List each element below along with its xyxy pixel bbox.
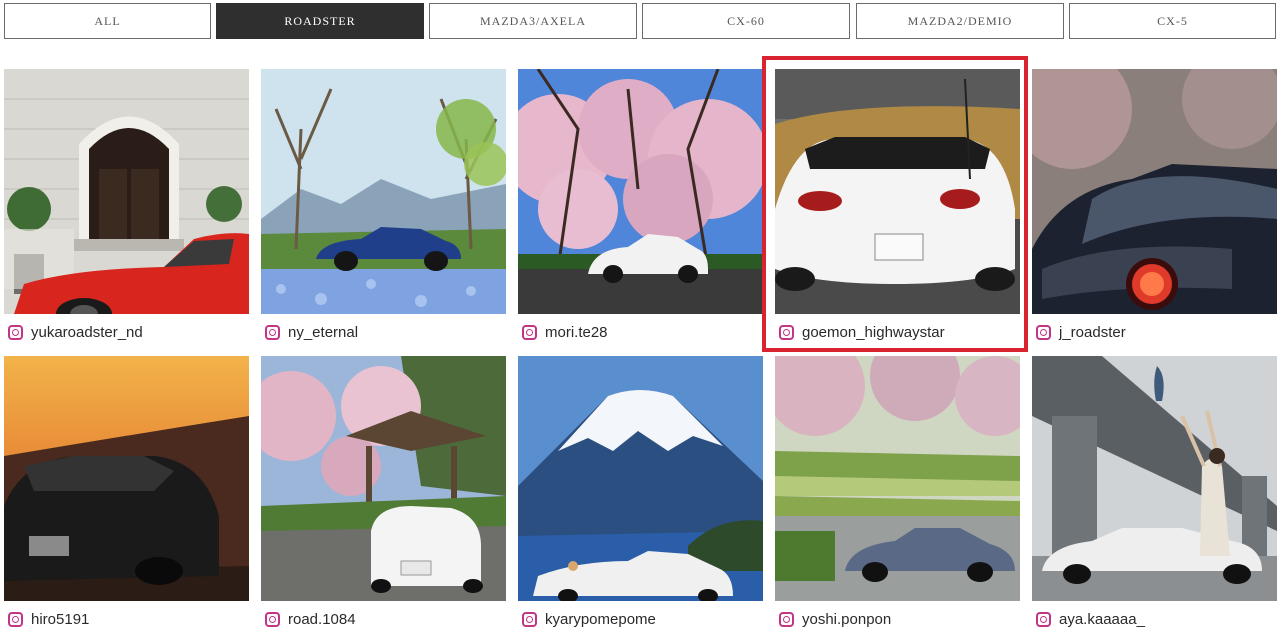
bridge-car-photo (1032, 356, 1277, 601)
rear-hill-car-photo (775, 69, 1020, 314)
post-card[interactable]: j_roadster (1032, 69, 1277, 349)
post-caption[interactable]: ny_eternal (265, 321, 358, 343)
post-card[interactable]: aya.kaaaaa_ (1032, 356, 1277, 636)
post-photo[interactable] (775, 356, 1020, 601)
gazebo-car-photo (261, 356, 506, 601)
instagram-username[interactable]: yoshi.ponpon (802, 611, 891, 628)
instagram-icon (265, 324, 280, 340)
instagram-username[interactable]: yukaroadster_nd (31, 324, 143, 341)
post-photo[interactable] (4, 69, 249, 314)
post-caption[interactable]: goemon_highwaystar (779, 321, 945, 343)
post-caption[interactable]: kyarypomepome (522, 608, 656, 630)
instagram-icon (522, 324, 537, 340)
post-photo[interactable] (4, 356, 249, 601)
post-photo[interactable] (1032, 356, 1277, 601)
post-photo[interactable] (518, 69, 763, 314)
instagram-username[interactable]: kyarypomepome (545, 611, 656, 628)
post-card[interactable]: kyarypomepome (518, 356, 763, 636)
mountain-flowers-car-photo (261, 69, 506, 314)
instagram-username[interactable]: ny_eternal (288, 324, 358, 341)
taillight-car-photo (1032, 69, 1277, 314)
instagram-icon (265, 611, 280, 627)
post-photo[interactable] (261, 356, 506, 601)
post-photo[interactable] (1032, 69, 1277, 314)
instagram-icon (8, 611, 23, 627)
post-caption[interactable]: road.1084 (265, 608, 356, 630)
post-caption[interactable]: yoshi.ponpon (779, 608, 891, 630)
garden-car-photo (775, 356, 1020, 601)
post-card[interactable]: goemon_highwaystar (775, 69, 1020, 349)
post-card[interactable]: road.1084 (261, 356, 506, 636)
post-photo[interactable] (518, 356, 763, 601)
instagram-username[interactable]: j_roadster (1059, 324, 1126, 341)
instagram-icon (779, 324, 794, 340)
instagram-username[interactable]: goemon_highwaystar (802, 324, 945, 341)
instagram-icon (522, 611, 537, 627)
instagram-icon (1036, 611, 1051, 627)
post-caption[interactable]: j_roadster (1036, 321, 1126, 343)
post-caption[interactable]: hiro5191 (8, 608, 89, 630)
instagram-username[interactable]: hiro5191 (31, 611, 89, 628)
instagram-icon (1036, 324, 1051, 340)
photo-grid: yukaroadster_nd ny_eternal mori.te28 goe… (0, 0, 1280, 637)
post-photo[interactable] (775, 69, 1020, 314)
post-card[interactable]: yukaroadster_nd (4, 69, 249, 349)
post-caption[interactable]: aya.kaaaaa_ (1036, 608, 1145, 630)
post-caption[interactable]: mori.te28 (522, 321, 608, 343)
mt-fuji-car-photo (518, 356, 763, 601)
post-card[interactable]: yoshi.ponpon (775, 356, 1020, 636)
post-card[interactable]: mori.te28 (518, 69, 763, 349)
post-card[interactable]: hiro5191 (4, 356, 249, 636)
instagram-username[interactable]: road.1084 (288, 611, 356, 628)
instagram-username[interactable]: mori.te28 (545, 324, 608, 341)
building-car-photo (4, 69, 249, 314)
post-photo[interactable] (261, 69, 506, 314)
post-card[interactable]: ny_eternal (261, 69, 506, 349)
cherry-blossom-car-photo (518, 69, 763, 314)
instagram-icon (8, 324, 23, 340)
instagram-username[interactable]: aya.kaaaaa_ (1059, 611, 1145, 628)
post-caption[interactable]: yukaroadster_nd (8, 321, 143, 343)
sunset-car-photo (4, 356, 249, 601)
instagram-icon (779, 611, 794, 627)
